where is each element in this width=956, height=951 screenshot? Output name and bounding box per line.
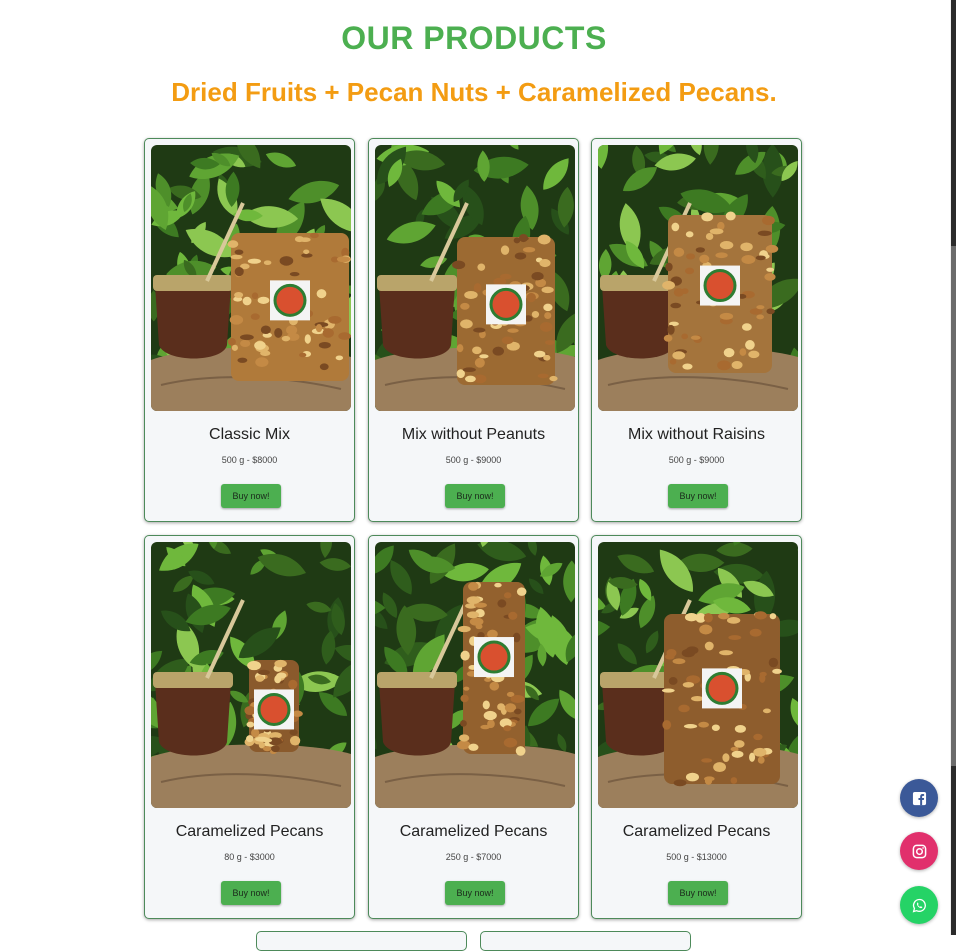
product-card: Mix without Raisins 500 g - $9000 Buy no… — [591, 138, 802, 522]
product-card: Caramelized Pecans 80 g - $3000 Buy now! — [144, 535, 355, 919]
product-card-partial — [256, 931, 467, 951]
scrollbar-thumb[interactable] — [951, 246, 956, 766]
product-photo-art — [598, 145, 798, 411]
product-photo — [375, 145, 575, 411]
product-photo — [598, 145, 798, 411]
instagram-icon — [912, 844, 926, 858]
product-card: Caramelized Pecans 500 g - $13000 Buy no… — [591, 535, 802, 919]
product-card: Caramelized Pecans 250 g - $7000 Buy now… — [368, 535, 579, 919]
product-photo — [598, 542, 798, 808]
product-price: 500 g - $13000 — [666, 852, 727, 862]
whatsapp-button[interactable] — [900, 886, 938, 924]
product-photo — [151, 145, 351, 411]
instagram-button[interactable] — [900, 832, 938, 870]
buy-now-button[interactable]: Buy now! — [445, 881, 505, 905]
product-name: Caramelized Pecans — [622, 823, 771, 840]
product-price: 80 g - $3000 — [224, 852, 275, 862]
product-photo-art — [151, 542, 351, 808]
product-name: Mix without Raisins — [628, 426, 765, 443]
page-title: OUR PRODUCTS — [341, 20, 607, 56]
page-subtitle: Dried Fruits + Pecan Nuts + Caramelized … — [171, 77, 777, 107]
product-photo-art — [375, 542, 575, 808]
product-photo — [375, 542, 575, 808]
product-name: Mix without Peanuts — [401, 426, 546, 443]
product-price: 500 g - $9000 — [668, 455, 725, 465]
buy-now-button[interactable]: Buy now! — [668, 484, 728, 508]
product-photo-art — [151, 145, 351, 411]
product-name: Classic Mix — [209, 426, 290, 443]
product-name: Caramelized Pecans — [399, 823, 548, 840]
product-photo — [151, 542, 351, 808]
product-name: Caramelized Pecans — [175, 823, 324, 840]
product-price: 500 g - $9000 — [445, 455, 502, 465]
buy-now-button[interactable]: Buy now! — [668, 881, 728, 905]
buy-now-button[interactable]: Buy now! — [221, 484, 281, 508]
facebook-button[interactable] — [900, 779, 938, 817]
facebook-icon — [912, 791, 926, 805]
product-price: 500 g - $8000 — [221, 455, 278, 465]
product-card-partial — [480, 931, 691, 951]
product-photo-art — [598, 542, 798, 808]
buy-now-button[interactable]: Buy now! — [445, 484, 505, 508]
product-price: 250 g - $7000 — [445, 852, 502, 862]
buy-now-button[interactable]: Buy now! — [221, 881, 281, 905]
whatsapp-icon — [912, 898, 926, 912]
scrollbar[interactable] — [951, 0, 956, 935]
product-card: Classic Mix 500 g - $8000 Buy now! — [144, 138, 355, 522]
product-photo-art — [375, 145, 575, 411]
product-card: Mix without Peanuts 500 g - $9000 Buy no… — [368, 138, 579, 522]
